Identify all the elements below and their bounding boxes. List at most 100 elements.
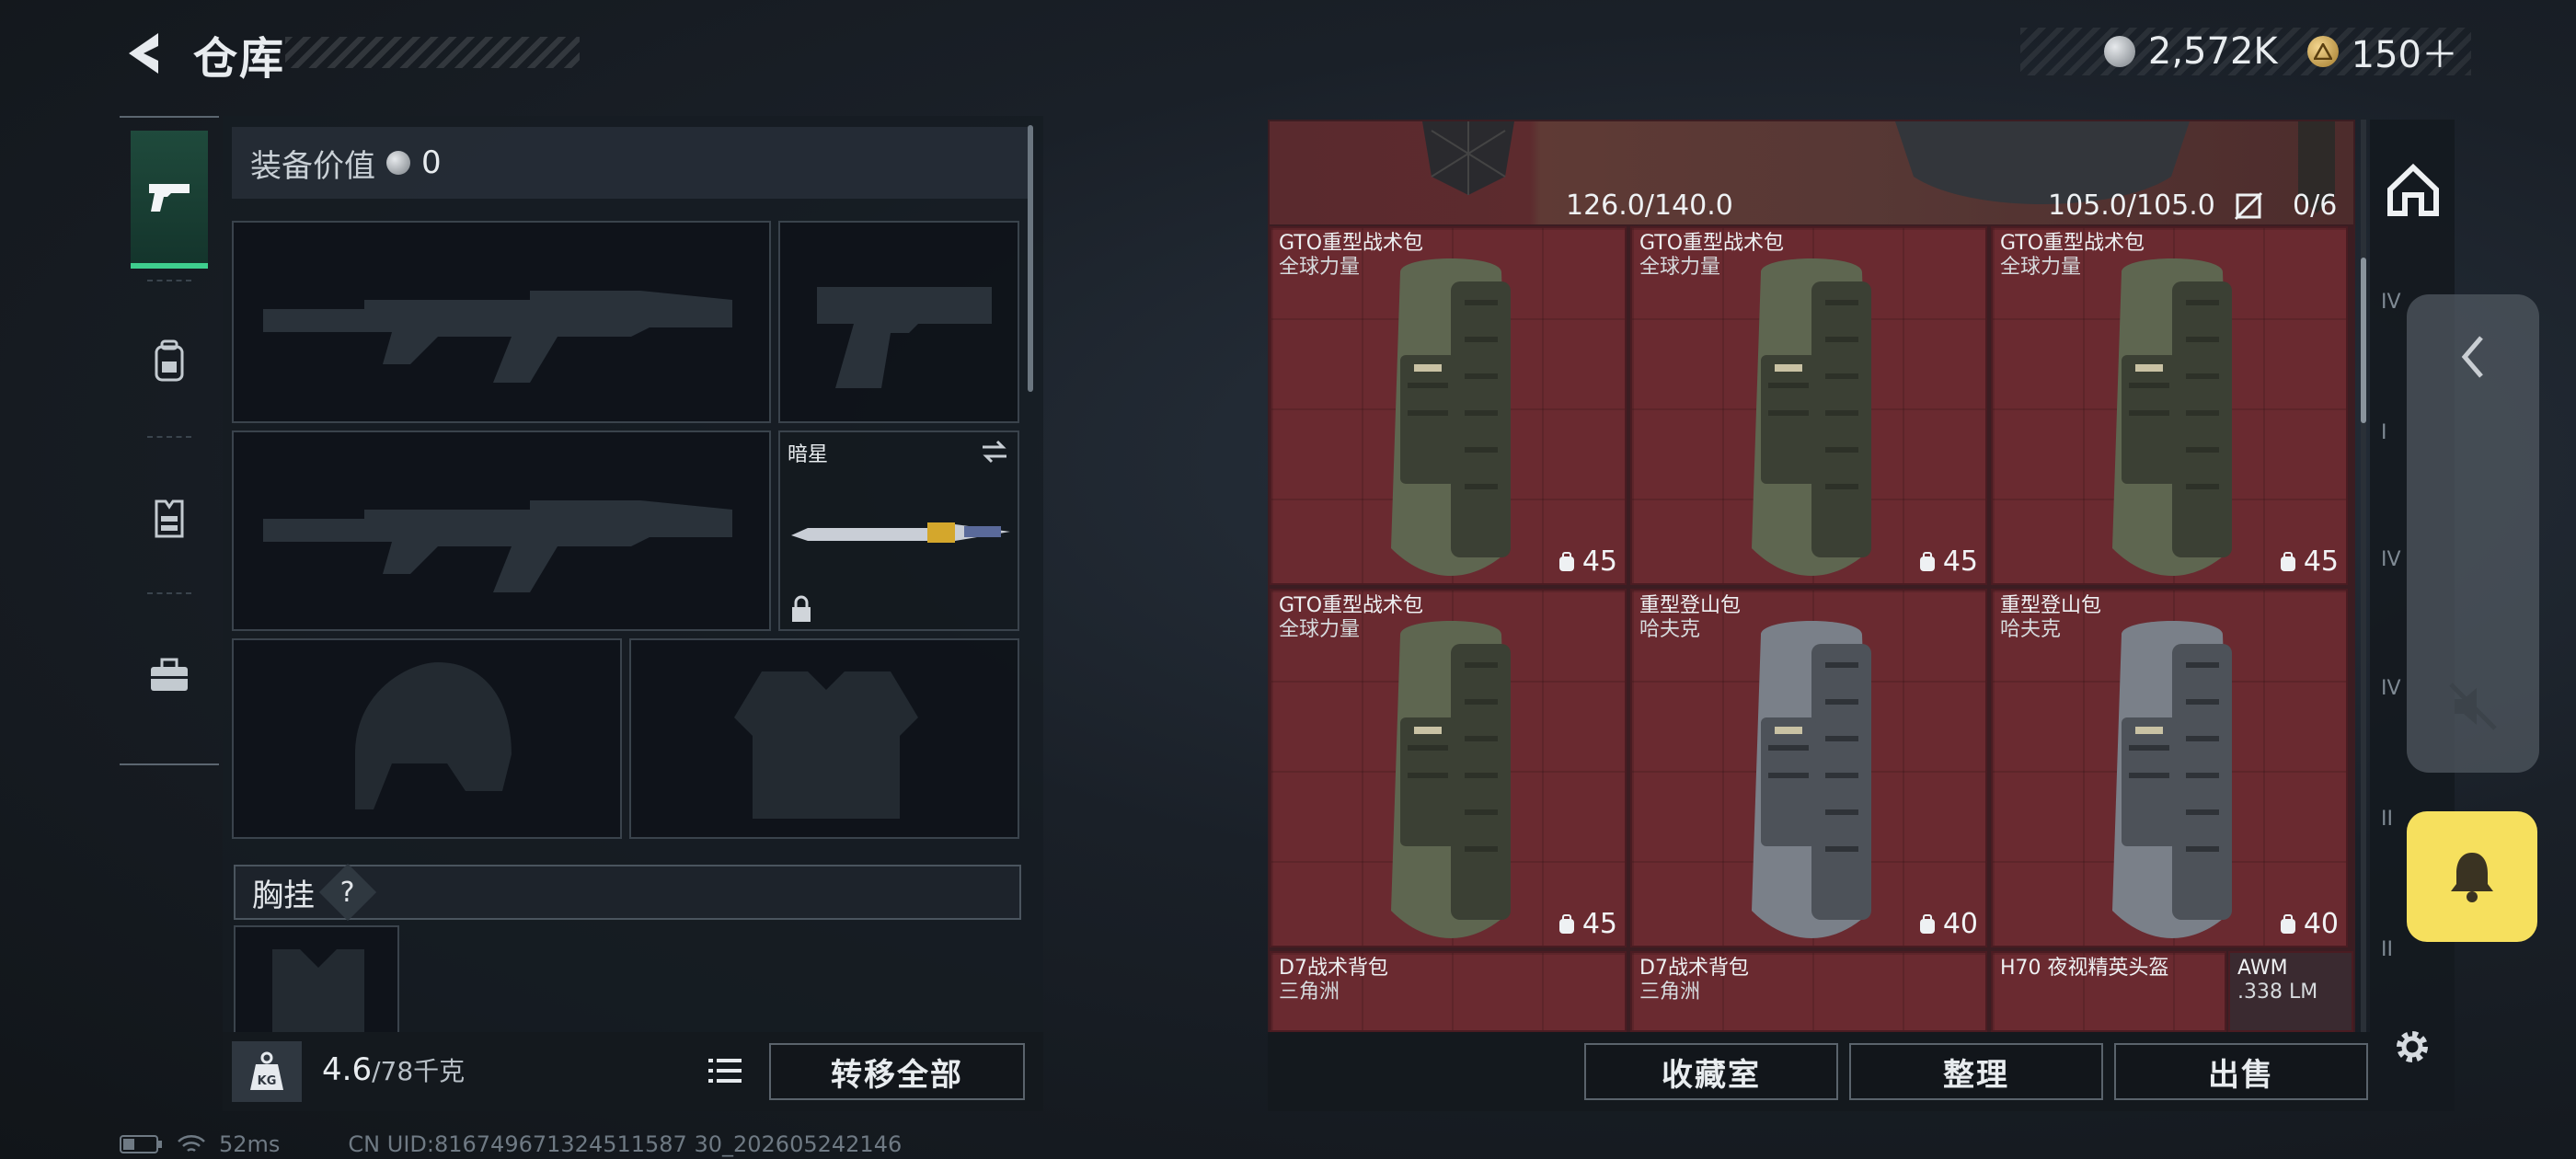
stash-home-button[interactable] [2381,158,2445,223]
quilted-item-icon [1422,121,1514,195]
stash-item[interactable]: 重型登山包 哈夫克 40 [1991,589,2348,947]
backpack-mini-icon [1558,913,1574,934]
weight-current: 4.6 [322,1051,373,1088]
stash-item[interactable]: 重型登山包 哈夫克 40 [1630,589,1987,947]
helmet-slot[interactable] [232,638,622,839]
slot-count: 0/6 [2293,189,2338,222]
stash-item-brand: 全球力量 [1279,618,1361,641]
status-bar: 52ms CN UID:816749671324511587 30_202605… [120,1130,902,1159]
container-tier-label[interactable]: IV [2381,677,2401,700]
durability-value: 40 [2303,908,2339,940]
container-tier-label[interactable]: IV [2381,291,2401,314]
stash-item-name: D7战术背包 [1639,957,1749,980]
speaker-muted-icon [2449,683,2497,730]
stash-home-icon [2387,163,2439,216]
stash-item-brand: .338 LM [2237,981,2318,1004]
rail-item-tools[interactable] [131,605,208,743]
silver-coin-icon [386,151,410,175]
bell-icon [2451,853,2493,902]
stash-item-name: 重型登山包 [2000,594,2102,617]
backpack-item-icon [1391,621,1511,938]
container-capacity-2: 105.0/105.0 [2048,189,2215,222]
melee-slot[interactable]: 暗星 [778,430,1019,631]
settings-button[interactable] [2386,1021,2438,1073]
backpack-item-icon [1391,258,1511,576]
stash-item[interactable]: GTO重型战术包 全球力量 45 [1991,226,2348,585]
stash-item[interactable]: D7战术背包 三角洲 [1270,951,1627,1032]
backpack-item-icon [2112,258,2232,576]
stash-item-durability: 45 [1557,545,1617,578]
transfer-all-button[interactable]: 转移全部 [769,1043,1025,1100]
stash-item-durability: 40 [2278,908,2339,940]
rifle-silhouette-icon [263,500,732,592]
rifle-silhouette-icon [263,291,732,383]
silver-currency-value: 2,572K [2147,30,2278,73]
backpack-mini-icon [2280,913,2295,934]
stash-item[interactable]: D7战术背包 三角洲 [1630,951,1987,1032]
rail-item-backpack[interactable] [131,293,208,430]
stash-item-durability: 40 [1917,908,1978,940]
list-view-button[interactable] [699,1045,751,1096]
stash-item[interactable]: H70 夜视精英头盔 [1991,951,2226,1032]
ping-value: 52ms [219,1131,281,1157]
notification-button[interactable] [2407,811,2537,942]
chest-rig-silhouette-icon [272,949,364,1032]
backpack-mini-icon [1919,551,1935,571]
kg-weight-icon: KG [232,1041,302,1102]
stash-item[interactable]: AWM .338 LM [2228,951,2353,1032]
container-tier-label[interactable]: I [2381,421,2387,444]
back-button[interactable] [116,26,171,81]
primary-weapon-slot-2[interactable] [232,430,771,631]
armor-slot[interactable] [629,638,1019,839]
help-icon-glyph: ? [340,876,355,909]
equipment-value-label: 装备价值 [250,147,375,185]
stash-item[interactable]: GTO重型战术包 全球力量 45 [1270,226,1627,585]
chest-rig-slot[interactable] [234,925,399,1032]
stash-scrollbar[interactable] [2361,120,2366,1032]
collapse-toolbar-button[interactable] [2438,322,2508,392]
rail-item-vest[interactable] [131,449,208,587]
organize-button[interactable]: 整理 [1849,1043,2103,1100]
stash-item[interactable]: GTO重型战术包 全球力量 45 [1630,226,1987,585]
category-rail [120,116,219,765]
container-tier-label[interactable]: II [2381,808,2393,831]
silver-coin-icon [2103,36,2135,67]
secondary-weapon-slot[interactable] [778,221,1019,423]
stash-item-name: GTO重型战术包 [2000,232,2145,255]
rail-divider [147,436,191,438]
stash-item-name: H70 夜视精英头盔 [2000,957,2169,980]
durability-value: 45 [1942,545,1978,578]
durability-value: 45 [2303,545,2339,578]
chevron-left-icon [2461,336,2483,378]
container-tier-label[interactable]: IV [2381,548,2401,571]
uid-text: CN UID:816749671324511587 30_20260524214… [348,1131,903,1157]
vest-icon [155,499,184,538]
stash-item-name: D7战术背包 [1279,957,1388,980]
stash-item-durability: 45 [2278,545,2339,578]
primary-weapon-slot[interactable] [232,221,771,423]
stash-item-brand: 全球力量 [1639,256,1721,279]
equipment-scrollbar[interactable] [1028,125,1033,392]
collection-room-button[interactable]: 收藏室 [1584,1043,1838,1100]
battery-icon [120,1135,162,1153]
swap-icon[interactable] [979,440,1010,464]
stash-item-brand: 全球力量 [2000,256,2082,279]
wifi-icon [178,1135,205,1153]
durability-value: 45 [1581,908,1617,940]
container-tier-label[interactable]: II [2381,938,2393,961]
stash-item-brand: 三角洲 [1639,981,1701,1004]
sell-button[interactable]: 出售 [2114,1043,2368,1100]
stash-item[interactable]: GTO重型战术包 全球力量 45 [1270,589,1627,947]
lock-icon [792,595,811,622]
page-title: 仓库 [193,33,286,85]
chest-rig-label: 胸挂 [252,877,315,914]
mute-button[interactable] [2438,671,2508,741]
back-arrow-icon [129,33,158,74]
helmet-silhouette-icon [355,662,512,809]
stash-item-brand: 哈夫克 [2000,618,2062,641]
pistol-icon [149,184,190,212]
rail-item-weapons[interactable] [131,131,208,269]
stash-scroll-thumb[interactable] [2361,258,2366,423]
help-icon[interactable]: ? [318,863,377,922]
rail-divider [147,592,191,594]
